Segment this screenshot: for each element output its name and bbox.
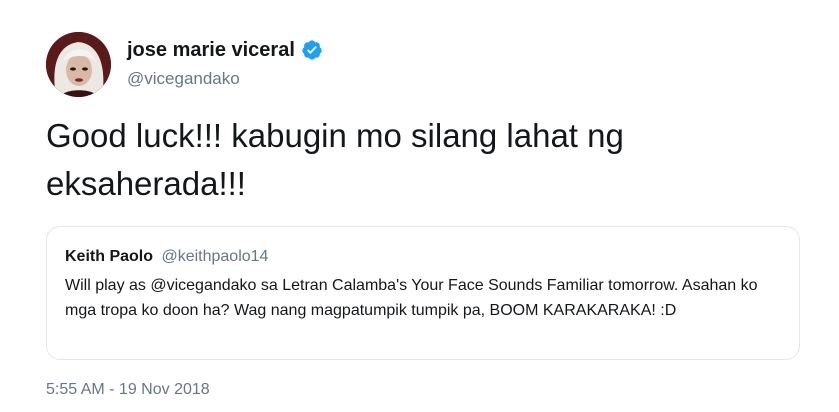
tweet: jose marie viceral @vicegandako Good luc… bbox=[0, 0, 839, 412]
quoted-tweet-card[interactable]: Keith Paolo @keithpaolo14 Will play as @… bbox=[46, 226, 800, 360]
quoted-tweet-text: Will play as @vicegandako sa Letran Cala… bbox=[65, 277, 758, 319]
tweet-timestamp[interactable]: 5:55 AM - 19 Nov 2018 bbox=[46, 380, 210, 400]
avatar-image bbox=[46, 32, 111, 97]
quoted-tweet-header: Keith Paolo @keithpaolo14 bbox=[65, 247, 268, 267]
verified-badge-icon bbox=[301, 39, 323, 61]
quoted-author-handle: @keithpaolo14 bbox=[161, 248, 269, 265]
author-name-row: jose marie viceral bbox=[127, 38, 323, 62]
author-handle[interactable]: @vicegandako bbox=[127, 68, 240, 90]
tweet-text: Good luck!!! kabugin mo silang lahat ng … bbox=[46, 117, 624, 202]
quoted-author-name: Keith Paolo bbox=[65, 248, 154, 265]
profile-avatar[interactable] bbox=[46, 32, 111, 97]
author-display-name[interactable]: jose marie viceral bbox=[127, 38, 295, 62]
